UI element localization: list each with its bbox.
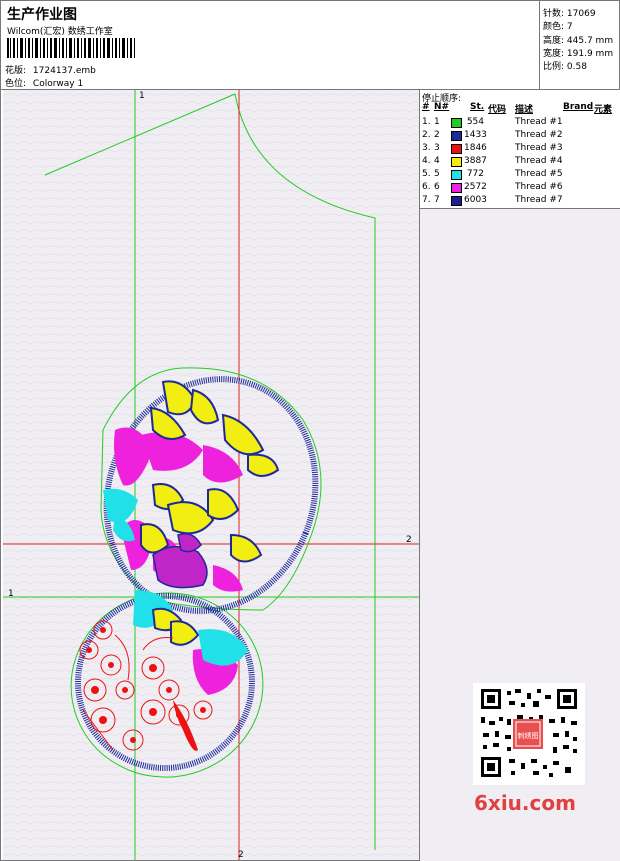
thread-code: 1846 (464, 143, 487, 153)
spec-scale: 比例: 0.58 (543, 62, 587, 72)
red-vertical-guide-label: 2 (238, 850, 244, 860)
green-horizontal-guide-label: 1 (8, 589, 14, 599)
thread-index: 2. (422, 130, 431, 140)
thread-color-swatch (451, 196, 462, 206)
colorway-label: 色位: (5, 79, 27, 89)
thread-number: 3 (434, 143, 440, 153)
spec-stitches: 针数: 17069 (543, 9, 596, 19)
thread-number: 5 (434, 169, 440, 179)
barcode (7, 38, 135, 58)
thread-description: Thread #2 (515, 130, 563, 140)
thread-index: 3. (422, 143, 431, 153)
thread-code: 554 (466, 117, 484, 127)
col-code: 代码 (488, 105, 507, 115)
thread-index: 6. (422, 182, 431, 192)
col-n: N# (434, 102, 450, 112)
thread-description: Thread #4 (515, 156, 563, 166)
thread-index: 4. (422, 156, 431, 166)
thread-number: 2 (434, 130, 440, 140)
col-brand: Brand (563, 102, 594, 112)
thread-description: Thread #7 (515, 195, 563, 205)
company-name: Wilcom(汇宏) 数绣工作室 (7, 27, 113, 37)
thread-index: 1. (422, 117, 431, 127)
thread-row: 4. 4 3887 Thread #4 (420, 155, 620, 168)
thread-description: Thread #3 (515, 143, 563, 153)
page-title: 生产作业图 (7, 7, 77, 23)
thread-color-swatch (451, 144, 462, 154)
thread-number: 6 (434, 182, 440, 192)
header-panel: 生产作业图 Wilcom(汇宏) 数绣工作室 花版: 1724137.emb 色… (1, 1, 540, 90)
thread-code: 1433 (464, 130, 487, 140)
production-sheet: 生产作业图 Wilcom(汇宏) 数绣工作室 花版: 1724137.emb 色… (0, 0, 620, 861)
green-vertical-guide-label: 1 (139, 91, 145, 101)
thread-index: 7. (422, 195, 431, 205)
red-horizontal-guide-label: 2 (406, 535, 412, 545)
spec-width: 宽度: 191.9 mm (543, 49, 614, 59)
colorway-line: 色位: Colorway 1 (5, 76, 83, 89)
thread-number: 4 (434, 156, 440, 166)
col-hash: # (422, 102, 430, 112)
thread-row: 6. 6 2572 Thread #6 (420, 181, 620, 194)
col-element: 元素 (594, 105, 613, 115)
specs-panel: 针数: 17069 颜色: 7 高度: 445.7 mm 宽度: 191.9 m… (540, 1, 620, 90)
thread-description: Thread #6 (515, 182, 563, 192)
thread-color-swatch (451, 183, 462, 193)
thread-row: 1. 1 554 Thread #1 (420, 116, 620, 129)
thread-description: Thread #5 (515, 169, 563, 179)
colorway-value: Colorway 1 (32, 79, 84, 89)
thread-code: 772 (466, 169, 484, 179)
thread-index: 5. (422, 169, 431, 179)
thread-table: 停止顺序: # N# St. 代码 描述 Brand 元素 1. 1 554 Thre… (420, 90, 620, 209)
spec-height: 高度: 445.7 mm (543, 36, 614, 46)
thread-code: 3887 (464, 156, 487, 166)
thread-row: 7. 7 6003 Thread #7 (420, 194, 620, 207)
thread-color-swatch (451, 131, 462, 141)
thread-row: 3. 3 1846 Thread #3 (420, 142, 620, 155)
thread-color-swatch (451, 118, 462, 128)
design-drawing: 1 1 2 2 (3, 90, 419, 860)
thread-code: 2572 (464, 182, 487, 192)
design-file-label: 花版: (5, 66, 27, 76)
thread-code: 6003 (464, 195, 487, 205)
site-logo: 6xiu.com (474, 791, 576, 815)
thread-color-swatch (451, 170, 462, 180)
thread-description: Thread #1 (515, 117, 563, 127)
thread-row: 2. 2 1433 Thread #2 (420, 129, 620, 142)
col-st: St. (470, 102, 485, 112)
thread-number: 7 (434, 195, 440, 205)
design-canvas[interactable]: 1 1 2 2 (3, 90, 420, 860)
thread-color-swatch (451, 157, 462, 167)
qr-code: 刺绣图 (473, 683, 585, 785)
svg-text:刺绣图: 刺绣图 (518, 731, 539, 740)
design-file-line: 花版: 1724137.emb (5, 63, 96, 76)
thread-row: 5. 5 772 Thread #5 (420, 168, 620, 181)
design-file-value: 1724137.emb (32, 66, 96, 76)
thread-number: 1 (434, 117, 440, 127)
spec-colors: 颜色: 7 (543, 22, 573, 32)
col-desc: 描述 (515, 105, 534, 115)
